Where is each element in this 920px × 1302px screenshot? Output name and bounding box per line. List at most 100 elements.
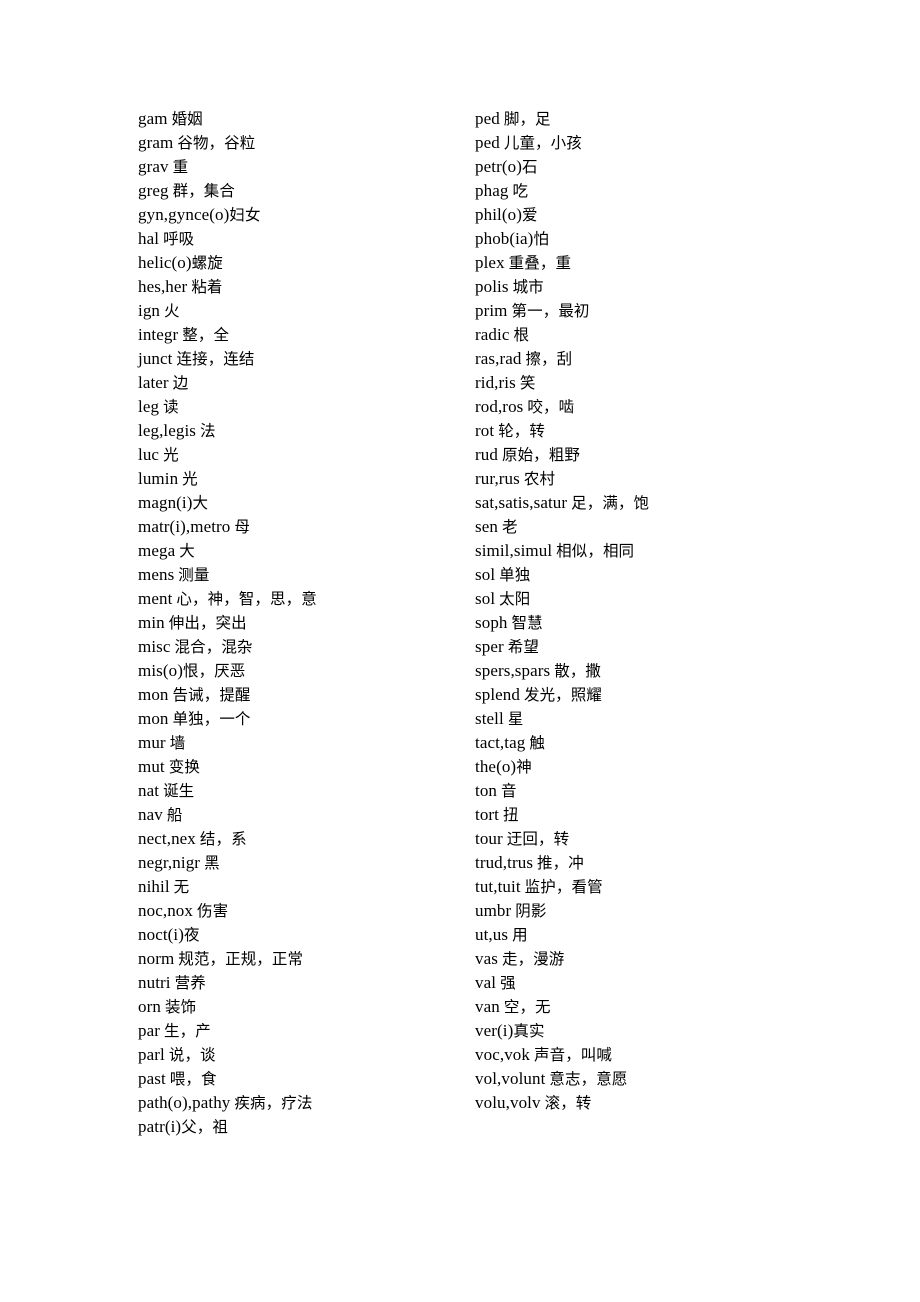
entry-gloss: 迂回，转 <box>506 830 570 848</box>
glossary-entry: mis(o)恨，厌恶 <box>138 659 468 683</box>
entry-gloss: 走，漫游 <box>501 950 565 968</box>
entry-gloss: 呼吸 <box>163 230 195 248</box>
entry-gloss: 推，冲 <box>537 854 584 872</box>
glossary-entry: radic 根 <box>475 323 895 347</box>
entry-root: simil,simul <box>475 541 553 560</box>
entry-root: ton <box>475 781 498 800</box>
entry-root: the(o) <box>475 757 517 776</box>
entry-root: phob(ia) <box>475 229 534 248</box>
entry-root: radic <box>475 325 510 344</box>
entry-root: petr(o) <box>475 157 522 176</box>
entry-gloss: 大 <box>179 542 195 560</box>
glossary-entry: mens 测量 <box>138 563 468 587</box>
entry-gloss: 单独，一个 <box>172 710 251 728</box>
entry-root: rid,ris <box>475 373 516 392</box>
glossary-entry: noc,nox 伤害 <box>138 899 468 923</box>
glossary-entry: polis 城市 <box>475 275 895 299</box>
glossary-entry: nect,nex 结，系 <box>138 827 468 851</box>
entry-root: plex <box>475 253 505 272</box>
glossary-entry: val 强 <box>475 971 895 995</box>
entry-root: past <box>138 1069 166 1088</box>
entry-gloss: 墙 <box>169 734 186 752</box>
entry-gloss: 粘着 <box>191 278 223 296</box>
glossary-entry: phil(o)爱 <box>475 203 895 227</box>
glossary-entry: plex 重叠，重 <box>475 251 895 275</box>
entry-gloss: 诞生 <box>163 782 195 800</box>
entry-gloss: 擦，刮 <box>525 350 573 368</box>
glossary-entry: later 边 <box>138 371 468 395</box>
entry-root: nutri <box>138 973 171 992</box>
glossary-entry: trud,trus 推，冲 <box>475 851 895 875</box>
entry-root: matr(i),metro <box>138 517 231 536</box>
entry-gloss: 相似，相同 <box>556 542 635 560</box>
glossary-entry: rud 原始，粗野 <box>475 443 895 467</box>
entry-root: rur,rus <box>475 469 520 488</box>
glossary-entry: magn(i)大 <box>138 491 468 515</box>
entry-root: gram <box>138 133 174 152</box>
glossary-entry: negr,nigr 黑 <box>138 851 468 875</box>
entry-root: patr(i) <box>138 1117 182 1136</box>
entry-gloss: 农村 <box>523 470 556 488</box>
entry-gloss: 神 <box>516 758 532 776</box>
entry-gloss: 真实 <box>513 1022 545 1040</box>
entry-root: nihil <box>138 877 170 896</box>
glossary-entry: rid,ris 笑 <box>475 371 895 395</box>
entry-root: lumin <box>138 469 179 488</box>
entry-root: ras,rad <box>475 349 522 368</box>
glossary-entry: nav 船 <box>138 803 468 827</box>
entry-root: splend <box>475 685 520 704</box>
entry-root: tut,tuit <box>475 877 521 896</box>
glossary-entry: sol 单独 <box>475 563 895 587</box>
entry-root: umbr <box>475 901 512 920</box>
entry-root: nect,nex <box>138 829 196 848</box>
entry-root: mur <box>138 733 166 752</box>
entry-root: rod,ros <box>475 397 524 416</box>
entry-root: van <box>475 997 500 1016</box>
entry-gloss: 规范，正规，正常 <box>178 950 304 968</box>
glossary-entry: voc,vok 声音，叫喊 <box>475 1043 895 1067</box>
glossary-entry: junct 连接，连结 <box>138 347 468 371</box>
entry-gloss: 希望 <box>507 638 539 656</box>
glossary-entry: integr 整，全 <box>138 323 468 347</box>
entry-root: nat <box>138 781 160 800</box>
entry-root: ped <box>475 109 500 128</box>
entry-gloss: 光 <box>163 446 179 464</box>
glossary-entry: sat,satis,satur 足，满，饱 <box>475 491 895 515</box>
glossary-entry: ign 火 <box>138 299 468 323</box>
entry-gloss: 群，集合 <box>172 182 236 200</box>
entry-root: mens <box>138 565 175 584</box>
entry-gloss: 监护，看管 <box>524 878 603 896</box>
entry-gloss: 伤害 <box>197 902 229 920</box>
glossary-entry: noct(i)夜 <box>138 923 468 947</box>
entry-root: parl <box>138 1045 165 1064</box>
entry-gloss: 太阳 <box>499 590 531 608</box>
glossary-entry: rur,rus 农村 <box>475 467 895 491</box>
entry-root: noct(i) <box>138 925 185 944</box>
glossary-entry: mega 大 <box>138 539 468 563</box>
entry-root: ped <box>475 133 500 152</box>
glossary-entry: ped 脚，足 <box>475 107 895 131</box>
entry-root: trud,trus <box>475 853 534 872</box>
entry-root: orn <box>138 997 161 1016</box>
entry-gloss: 谷物，谷粒 <box>177 134 256 152</box>
entry-root: ment <box>138 589 173 608</box>
glossary-columns: gam 婚姻 gram 谷物，谷粒 grav 重 greg 群，集合 gyn,gynce… <box>0 107 920 1139</box>
entry-gloss: 结，系 <box>199 830 247 848</box>
glossary-entry: rot 轮，转 <box>475 419 895 443</box>
glossary-entry: nat 诞生 <box>138 779 468 803</box>
glossary-entry: tact,tag 触 <box>475 731 895 755</box>
glossary-entry: gam 婚姻 <box>138 107 468 131</box>
entry-gloss: 音 <box>501 782 517 800</box>
entry-root: path(o),pathy <box>138 1093 231 1112</box>
entry-gloss: 婚姻 <box>171 110 203 128</box>
entry-root: grav <box>138 157 169 176</box>
glossary-entry: greg 群，集合 <box>138 179 468 203</box>
glossary-entry: tut,tuit 监护，看管 <box>475 875 895 899</box>
glossary-entry: matr(i),metro 母 <box>138 515 468 539</box>
entry-gloss: 吃 <box>512 182 529 200</box>
glossary-entry: gram 谷物，谷粒 <box>138 131 468 155</box>
entry-root: gyn,gynce(o) <box>138 205 230 224</box>
glossary-entry: grav 重 <box>138 155 468 179</box>
entry-gloss: 足，满，饱 <box>571 494 650 512</box>
glossary-entry: mur 墙 <box>138 731 468 755</box>
